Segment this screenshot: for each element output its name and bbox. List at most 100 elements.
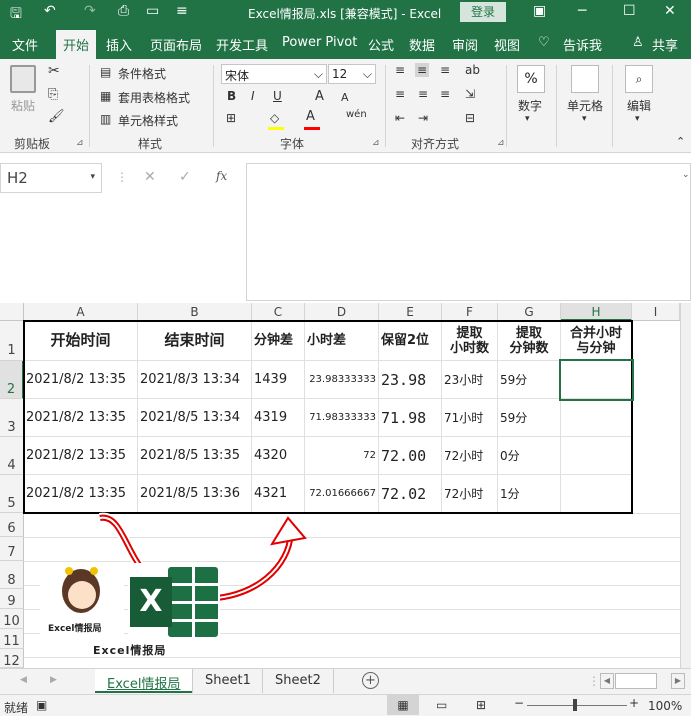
phonetic-button[interactable]: wén xyxy=(346,109,367,120)
zoom-out-icon[interactable]: − xyxy=(514,696,524,710)
insert-function-icon[interactable]: fx xyxy=(216,169,227,183)
row-header-9[interactable]: 9 xyxy=(0,589,24,609)
align-left-icon[interactable]: ≡ xyxy=(395,87,405,101)
cut-icon[interactable]: ✂ xyxy=(48,63,60,79)
format-painter-icon[interactable]: 🖌 xyxy=(48,109,65,124)
undo-icon[interactable]: ↶ xyxy=(44,3,56,19)
column-header-g[interactable]: G xyxy=(498,303,561,321)
table-format-button[interactable]: 套用表格格式 xyxy=(118,89,190,106)
orientation-icon[interactable]: ab xyxy=(465,63,480,77)
bold-button[interactable]: B xyxy=(227,89,236,103)
row-header-6[interactable]: 6 xyxy=(0,513,24,537)
column-header-a[interactable]: A xyxy=(24,303,138,321)
tab-view[interactable]: 视图 xyxy=(494,35,520,54)
cancel-icon[interactable]: ✕ xyxy=(144,169,156,185)
tab-insert[interactable]: 插入 xyxy=(106,35,132,54)
dialog-launcher-icon[interactable]: ⊿ xyxy=(76,138,84,148)
prev-sheet-icon[interactable]: ◀ xyxy=(20,675,27,685)
row-header-1[interactable]: 1 xyxy=(0,321,24,361)
sheet-tab-sheet2[interactable]: Sheet2 xyxy=(262,669,334,693)
row-header-7[interactable]: 7 xyxy=(0,537,24,561)
column-header-i[interactable]: I xyxy=(632,303,680,321)
shrink-font-icon[interactable]: A xyxy=(341,91,349,104)
zoom-level[interactable]: 100% xyxy=(648,699,682,713)
column-header-h[interactable]: H xyxy=(561,303,632,321)
column-header-d[interactable]: D xyxy=(305,303,379,321)
login-button[interactable]: 登录 xyxy=(460,2,506,22)
chevron-down-icon[interactable]: ⌄ xyxy=(682,170,690,180)
conditional-format-button[interactable]: 条件格式 xyxy=(118,65,166,82)
decrease-indent-icon[interactable]: ⇤ xyxy=(395,111,405,125)
tab-file[interactable]: 文件 xyxy=(12,35,38,54)
row-header-2[interactable]: 2 xyxy=(0,361,24,399)
enter-icon[interactable]: ✓ xyxy=(179,169,191,185)
name-box[interactable]: H2 ▾ xyxy=(0,163,102,193)
file-icon[interactable]: ▭ xyxy=(146,3,159,19)
vertical-scrollbar[interactable] xyxy=(680,303,691,668)
tab-developer[interactable]: 开发工具 xyxy=(216,35,268,54)
column-header-b[interactable]: B xyxy=(138,303,252,321)
align-middle-icon[interactable]: ≡ xyxy=(415,63,430,77)
formula-input[interactable] xyxy=(246,163,691,301)
save-icon[interactable]: 🖫 xyxy=(10,3,22,27)
tab-power-pivot[interactable]: Power Pivot xyxy=(282,35,357,50)
ribbon-display-icon[interactable]: ▣ xyxy=(533,3,546,19)
paste-button[interactable]: 粘贴 xyxy=(11,97,35,114)
wrap-text-icon[interactable]: ⇲ xyxy=(465,87,475,101)
select-all-corner[interactable] xyxy=(0,303,24,321)
share-button[interactable]: 共享 xyxy=(652,35,678,54)
italic-button[interactable]: I xyxy=(251,89,255,103)
tab-review[interactable]: 审阅 xyxy=(452,35,478,54)
font-name-select[interactable]: 宋体 ⌵ xyxy=(221,64,327,84)
minimize-icon[interactable]: ─ xyxy=(578,3,586,19)
redo-icon[interactable]: ↷ xyxy=(84,3,96,19)
copy-icon[interactable]: ⎘ xyxy=(48,87,58,102)
close-icon[interactable]: ✕ xyxy=(664,3,676,19)
page-layout-view-icon[interactable]: ▭ xyxy=(436,698,447,712)
macro-record-icon[interactable]: ▣ xyxy=(36,698,47,712)
merge-center-icon[interactable]: ⊟ xyxy=(465,111,475,125)
column-header-f[interactable]: F xyxy=(442,303,498,321)
normal-view-icon[interactable]: ▦ xyxy=(387,695,419,715)
align-top-icon[interactable]: ≡ xyxy=(395,63,405,77)
selected-cell-h2[interactable] xyxy=(559,359,634,401)
cell-style-button[interactable]: 单元格样式 xyxy=(118,112,178,129)
grow-font-icon[interactable]: A xyxy=(315,89,324,104)
column-header-c[interactable]: C xyxy=(252,303,305,321)
zoom-slider-thumb[interactable] xyxy=(573,699,577,711)
align-right-icon[interactable]: ≡ xyxy=(440,87,450,101)
row-header-4[interactable]: 4 xyxy=(0,437,24,475)
sheet-tab-sheet1[interactable]: Sheet1 xyxy=(192,669,263,693)
row-header-12[interactable]: 12 xyxy=(0,649,24,669)
add-sheet-icon[interactable]: + xyxy=(362,672,379,689)
fill-color-icon[interactable]: ◇ xyxy=(270,111,279,125)
align-center-icon[interactable]: ≡ xyxy=(418,87,428,101)
underline-button[interactable]: U xyxy=(273,89,282,103)
row-header-10[interactable]: 10 xyxy=(0,609,24,629)
maximize-icon[interactable]: ☐ xyxy=(623,3,636,19)
tab-page-layout[interactable]: 页面布局 xyxy=(150,35,202,54)
increase-indent-icon[interactable]: ⇥ xyxy=(418,111,428,125)
tab-home[interactable]: 开始 xyxy=(56,30,97,59)
number-format-button[interactable]: 数字 xyxy=(518,97,542,114)
row-header-3[interactable]: 3 xyxy=(0,399,24,437)
scroll-right-icon[interactable]: ▶ xyxy=(671,673,685,689)
tell-me[interactable]: 告诉我 xyxy=(563,35,602,54)
dialog-launcher-icon[interactable]: ⊿ xyxy=(497,138,505,148)
dialog-launcher-icon[interactable]: ⊿ xyxy=(372,138,380,148)
scroll-left-icon[interactable]: ◀ xyxy=(600,673,614,689)
row-header-8[interactable]: 8 xyxy=(0,561,24,589)
row-header-11[interactable]: 11 xyxy=(0,629,24,649)
font-color-icon[interactable]: A xyxy=(306,109,315,124)
zoom-in-icon[interactable]: + xyxy=(629,696,639,710)
print-preview-icon[interactable]: ⎙ xyxy=(118,3,129,19)
more-icon[interactable]: ≡ xyxy=(176,3,188,19)
zoom-slider[interactable] xyxy=(527,705,627,706)
row-header-5[interactable]: 5 xyxy=(0,475,24,513)
paste-icon[interactable] xyxy=(10,65,36,93)
font-size-select[interactable]: 12 ⌵ xyxy=(328,64,376,84)
horizontal-scrollbar[interactable] xyxy=(615,673,657,689)
next-sheet-icon[interactable]: ▶ xyxy=(50,675,57,685)
collapse-ribbon-icon[interactable]: ⌃ xyxy=(676,135,685,148)
editing-button[interactable]: 编辑 xyxy=(627,97,651,114)
